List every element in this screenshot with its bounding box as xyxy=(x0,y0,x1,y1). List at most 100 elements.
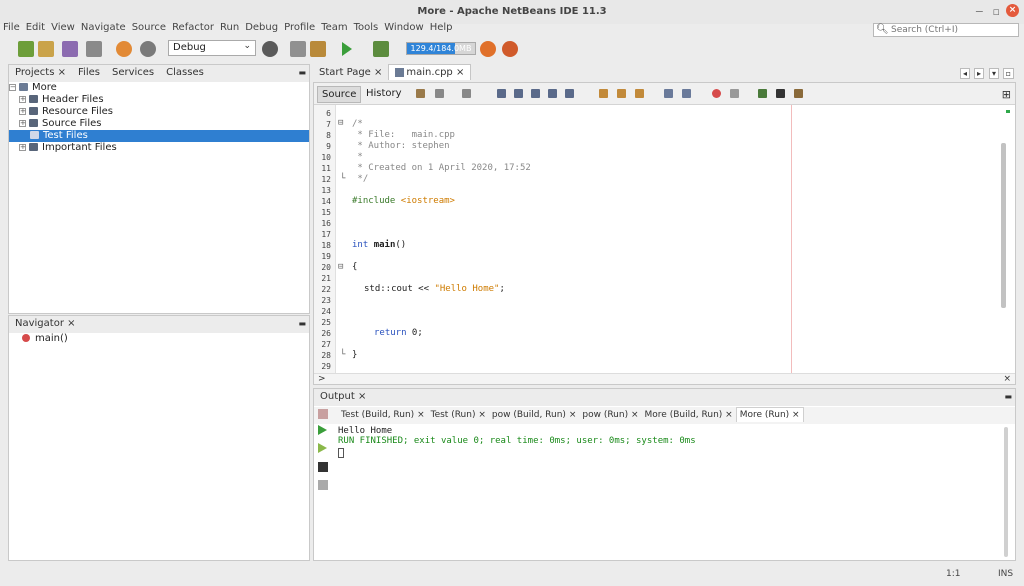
shift-left-icon[interactable] xyxy=(664,89,673,98)
error-stripe-ok[interactable] xyxy=(1006,110,1010,113)
close-icon[interactable]: × xyxy=(358,391,366,402)
menu-source[interactable]: Source xyxy=(129,22,169,33)
fold-icon[interactable]: ⊟ xyxy=(338,118,343,128)
menu-team[interactable]: Team xyxy=(318,22,350,33)
menu-tools[interactable]: Tools xyxy=(351,22,382,33)
shift-right-icon[interactable] xyxy=(682,89,691,98)
debug-icon[interactable] xyxy=(373,41,389,57)
tree-item-header-files[interactable]: + Header Files xyxy=(9,94,309,106)
tab-output[interactable]: Output × xyxy=(314,389,372,404)
toggle-rect-select-icon[interactable] xyxy=(565,89,574,98)
output-tab-pow-build-run[interactable]: pow (Build, Run) × xyxy=(489,408,579,422)
search-input[interactable] xyxy=(891,24,1017,36)
scroll-arrow-icon[interactable]: > xyxy=(318,374,326,384)
set-project-config-icon[interactable] xyxy=(262,41,278,57)
minimize-panel-icon[interactable]: ▬ xyxy=(298,319,306,328)
menu-file[interactable]: File xyxy=(0,22,23,33)
tab-main-cpp[interactable]: main.cpp × xyxy=(388,64,472,80)
output-tab-more-build-run[interactable]: More (Build, Run) × xyxy=(642,408,736,422)
insert-mode[interactable]: INS xyxy=(998,569,1013,579)
tab-files[interactable]: Files xyxy=(72,65,106,80)
menu-view[interactable]: View xyxy=(48,22,78,33)
output-tab-test-run[interactable]: Test (Run) × xyxy=(428,408,489,422)
clear-output-icon[interactable] xyxy=(318,480,328,490)
redo-icon[interactable] xyxy=(140,41,156,57)
tree-item-important-files[interactable]: + Important Files xyxy=(9,142,309,154)
menu-profile[interactable]: Profile xyxy=(281,22,318,33)
stop-macro-icon[interactable] xyxy=(730,89,739,98)
document-list-icon[interactable]: ▾ xyxy=(988,68,999,79)
tab-classes[interactable]: Classes xyxy=(160,65,210,80)
code-line[interactable]: { xyxy=(352,262,357,272)
previous-bookmark-icon[interactable] xyxy=(599,89,608,98)
text-cursor[interactable] xyxy=(338,448,344,458)
back-icon[interactable] xyxy=(435,89,444,98)
restore-button[interactable]: ▫ xyxy=(993,5,1000,18)
tab-projects[interactable]: Projects × xyxy=(9,65,72,80)
gc-icon[interactable] xyxy=(502,41,518,57)
open-project-icon[interactable] xyxy=(62,41,78,57)
code-line[interactable]: * Created on 1 April 2020, 17:52 xyxy=(352,163,530,173)
code-line[interactable]: * File: main.cpp xyxy=(352,130,455,140)
toggle-bookmark-icon[interactable] xyxy=(635,89,644,98)
scroll-right-icon[interactable]: ▸ xyxy=(973,68,984,79)
expand-icon[interactable]: + xyxy=(19,143,26,151)
code-line[interactable]: int main() xyxy=(352,240,406,250)
code-line[interactable]: } xyxy=(352,350,357,360)
undo-icon[interactable] xyxy=(116,41,132,57)
code-line[interactable]: #include <iostream> xyxy=(352,196,455,206)
close-button[interactable]: × xyxy=(1006,4,1019,17)
close-icon[interactable]: × xyxy=(67,318,75,329)
stop-icon[interactable] xyxy=(318,409,328,419)
navigator-item-main[interactable]: main() xyxy=(9,333,309,345)
close-icon[interactable]: × xyxy=(456,67,464,78)
output-tab-pow-run[interactable]: pow (Run) × xyxy=(579,408,641,422)
save-all-icon[interactable] xyxy=(86,41,102,57)
menu-edit[interactable]: Edit xyxy=(23,22,48,33)
code-line[interactable]: * xyxy=(352,152,362,162)
split-editor-icon[interactable]: ⊞ xyxy=(1002,88,1011,101)
expand-icon[interactable]: + xyxy=(19,107,26,115)
horizontal-scrollbar[interactable]: > × xyxy=(314,373,1015,384)
start-macro-icon[interactable] xyxy=(712,89,721,98)
expand-icon[interactable]: + xyxy=(19,95,26,103)
find-selection-icon[interactable] xyxy=(497,89,506,98)
toggle-highlight-icon[interactable] xyxy=(548,89,557,98)
comment-icon[interactable] xyxy=(758,89,767,98)
minimize-panel-icon[interactable]: ▬ xyxy=(1004,392,1012,401)
tab-services[interactable]: Services xyxy=(106,65,160,80)
menu-run[interactable]: Run xyxy=(217,22,242,33)
forward-icon[interactable] xyxy=(462,89,471,98)
maximize-icon[interactable]: ▫ xyxy=(1002,68,1014,79)
menu-window[interactable]: Window xyxy=(381,22,426,33)
run-icon[interactable] xyxy=(342,42,352,56)
code-line[interactable]: std::cout << "Hello Home"; xyxy=(364,284,505,294)
menu-debug[interactable]: Debug xyxy=(242,22,281,33)
find-previous-icon[interactable] xyxy=(514,89,523,98)
tree-item-source-files[interactable]: + Source Files xyxy=(9,118,309,130)
fold-icon[interactable]: ⊟ xyxy=(338,262,343,272)
caret-position[interactable]: 1:1 xyxy=(946,569,960,579)
profile-icon[interactable] xyxy=(480,41,496,57)
editor-scrollbar[interactable] xyxy=(1001,143,1006,308)
tab-start-page[interactable]: Start Page × xyxy=(313,65,388,80)
menu-help[interactable]: Help xyxy=(427,22,456,33)
new-project-icon[interactable] xyxy=(38,41,54,57)
tree-item-test-files[interactable]: Test Files xyxy=(9,130,309,142)
menu-refactor[interactable]: Refactor xyxy=(169,22,217,33)
new-file-icon[interactable] xyxy=(18,41,34,57)
source-tab[interactable]: Source xyxy=(317,86,362,103)
uncomment-icon[interactable] xyxy=(776,89,785,98)
clean-build-icon[interactable] xyxy=(310,41,326,57)
tree-item-resource-files[interactable]: + Resource Files xyxy=(9,106,309,118)
scroll-left-icon[interactable]: ◂ xyxy=(959,68,970,79)
tree-root[interactable]: − More xyxy=(9,82,309,94)
code-line[interactable]: return 0; xyxy=(374,328,423,338)
diff-icon[interactable] xyxy=(794,89,803,98)
tab-navigator[interactable]: Navigator × xyxy=(9,316,82,331)
output-tab-test-build-run[interactable]: Test (Build, Run) × xyxy=(338,408,428,422)
memory-indicator[interactable]: 129.4/184.0MB xyxy=(406,42,476,55)
configuration-select[interactable]: Debug ⌄ xyxy=(168,40,256,56)
rerun-icon[interactable] xyxy=(318,425,327,435)
last-edit-icon[interactable] xyxy=(416,89,425,98)
